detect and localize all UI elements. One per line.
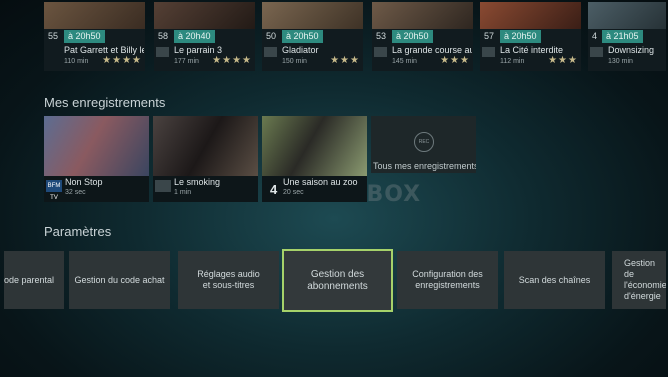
setting-label: Code parental: [4, 274, 54, 285]
recording-title: Non Stop: [65, 177, 103, 187]
movie-card[interactable]: 53 à 20h50 La grande course au 145 min ★…: [372, 2, 473, 71]
channel-number: 50: [266, 31, 277, 41]
recording-card[interactable]: BFM TV Non Stop 32 sec: [44, 116, 149, 202]
setting-channel-scan[interactable]: Scan des chaînes: [504, 251, 605, 309]
channel-logo: [156, 47, 169, 57]
movie-title: La Cité interdite: [500, 45, 564, 55]
all-recordings-label: Tous mes enregistrements: [373, 161, 476, 171]
movie-title: Downsizing: [608, 45, 655, 55]
movie-title: La grande course au: [392, 45, 472, 55]
setting-recordings-config[interactable]: Configuration des enregistrements: [397, 251, 498, 309]
channel-number: 57: [484, 31, 495, 41]
movie-duration: 177 min: [174, 58, 199, 65]
settings-section-title: Paramètres: [44, 224, 112, 239]
channel-logo: [482, 47, 495, 57]
setting-parental-code[interactable]: Code parental: [4, 251, 64, 309]
movie-title: Pat Garrett et Billy le: [64, 45, 144, 55]
time-pill: à 20h50: [282, 30, 323, 43]
setting-purchase-code[interactable]: Gestion du code achat: [69, 251, 170, 309]
recording-duration: 20 sec: [283, 189, 304, 196]
time-pill: à 20h40: [174, 30, 215, 43]
time-pill: à 21h05: [602, 30, 643, 43]
recording-title: Une saison au zoo: [283, 177, 358, 187]
setting-audio-subtitles[interactable]: Réglages audio et sous-titres: [178, 251, 279, 309]
recordings-section-title: Mes enregistrements: [44, 95, 166, 110]
time-pill: à 20h50: [500, 30, 541, 43]
recording-card[interactable]: Le smoking 1 min: [153, 116, 258, 202]
channel-logo: [264, 47, 277, 57]
recording-title: Le smoking: [174, 177, 221, 187]
channel-logo: [374, 47, 387, 57]
movie-card[interactable]: 57 à 20h50 La Cité interdite 112 min ★★★: [480, 2, 581, 71]
movie-duration: 112 min: [500, 58, 525, 65]
channel-logo: BFM TV: [46, 180, 62, 201]
movie-card[interactable]: 4 à 21h05 Downsizing 130 min: [588, 2, 666, 71]
movie-duration: 110 min: [64, 58, 89, 65]
recording-card[interactable]: 4 Une saison au zoo 20 sec: [262, 116, 367, 202]
setting-subscriptions[interactable]: Gestion des abonnements: [282, 249, 393, 312]
recording-thumbnail: [153, 116, 258, 176]
channel-number: 4: [270, 182, 278, 197]
channel-number: 55: [48, 31, 59, 41]
rating-stars: ★★★: [440, 55, 470, 66]
movie-thumbnail: [262, 2, 363, 29]
movie-thumbnail: [44, 2, 145, 29]
movie-card[interactable]: 58 à 20h40 Le parrain 3 177 min ★★★★: [154, 2, 255, 71]
channel-number: 58: [158, 31, 169, 41]
movie-card[interactable]: 50 à 20h50 Gladiator 150 min ★★★: [262, 2, 363, 71]
setting-label: Réglages audio et sous-titres: [197, 269, 260, 290]
setting-energy-saving[interactable]: Gestion de l'économie d'énergie: [612, 251, 666, 309]
time-pill: à 20h50: [392, 30, 433, 43]
channel-number: 4: [592, 31, 598, 41]
setting-label: Gestion de l'économie d'énergie: [624, 258, 666, 301]
rating-stars: ★★★: [548, 55, 578, 66]
movie-duration: 130 min: [608, 58, 633, 65]
recording-duration: 1 min: [174, 189, 192, 196]
movie-thumbnail: [480, 2, 581, 29]
channel-logo: [590, 47, 603, 57]
recording-thumbnail: [262, 116, 367, 176]
movie-duration: 150 min: [282, 58, 307, 65]
channel-number: 53: [376, 31, 387, 41]
setting-label: Configuration des enregistrements: [412, 269, 483, 290]
recording-thumbnail: [44, 116, 149, 176]
movie-title: Le parrain 3: [174, 45, 223, 55]
setting-label: Gestion des abonnements: [307, 268, 368, 292]
channel-logo: [155, 180, 171, 192]
movie-title: Gladiator: [282, 45, 319, 55]
recordings-icon: REC: [414, 132, 434, 152]
rating-stars: ★★★★: [212, 55, 252, 66]
all-recordings-card[interactable]: REC Tous mes enregistrements: [371, 116, 476, 173]
setting-label: Gestion du code achat: [74, 274, 165, 285]
movie-card[interactable]: 55 à 20h50 Pat Garrett et Billy le 110 m…: [44, 2, 145, 71]
tv-home-screen: SFR BOX 55 à 20h50 Pat Garrett et Billy …: [4, 2, 666, 375]
time-pill: à 20h50: [64, 30, 105, 43]
movie-thumbnail: [588, 2, 666, 29]
setting-label: Scan des chaînes: [518, 274, 591, 285]
rating-stars: ★★★: [330, 55, 360, 66]
movie-thumbnail: [154, 2, 255, 29]
movie-thumbnail: [372, 2, 473, 29]
rating-stars: ★★★★: [102, 55, 142, 66]
movie-duration: 145 min: [392, 58, 417, 65]
recording-duration: 32 sec: [65, 189, 86, 196]
